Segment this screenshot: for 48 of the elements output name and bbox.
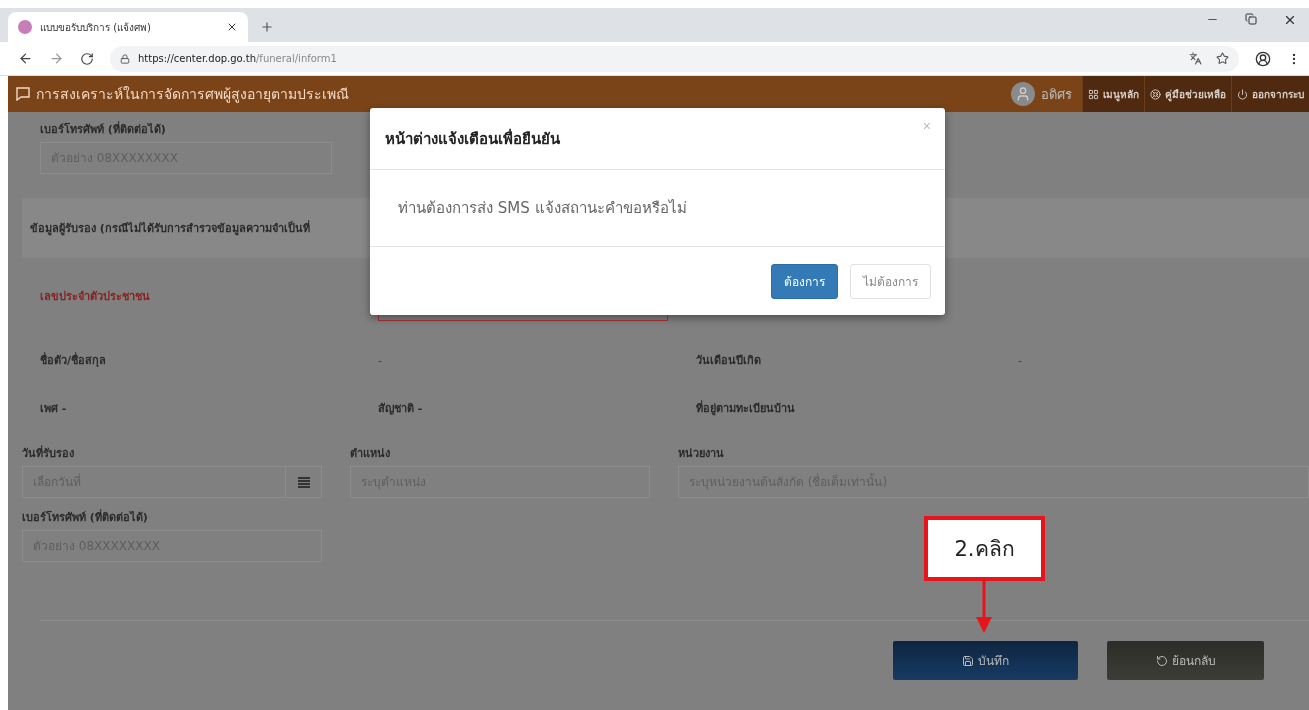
account-icon[interactable] (1255, 50, 1271, 67)
back-button[interactable]: ย้อนกลับ (1107, 641, 1264, 680)
detail-value: - (378, 353, 383, 367)
detail-label: สัญชาติ - (378, 401, 424, 417)
power-icon (1237, 88, 1248, 100)
field-label: เบอร์โทรศัพท์ (ที่ติดต่อได้) (22, 508, 148, 526)
lock-icon (120, 53, 130, 64)
detail-label: วันเดือนปีเกิด (696, 353, 762, 369)
id-label: เลขประจำตัวประชาชน (40, 289, 151, 305)
new-tab-icon[interactable] (260, 20, 274, 34)
forward-icon[interactable] (49, 51, 64, 66)
list-icon (297, 476, 310, 488)
dialog-title: หน้าต่างแจ้งเตือนเพื่อยืนยัน (385, 127, 560, 150)
detail-label: ที่อยู่ตามทะเบียนบ้าน (696, 399, 796, 417)
reload-icon[interactable] (80, 51, 94, 66)
field-label: หน่วยงาน (678, 446, 724, 462)
dialog-message: ท่านต้องการส่ง SMS แจ้งสถานะคำขอหรือไม่ (398, 198, 687, 219)
user-name: อดิศร (1041, 85, 1072, 104)
address-bar[interactable]: https://center.dop.go.th/funeral/inform1 (110, 45, 1239, 72)
section-title: ข้อมูลผู้รับรอง (กรณีไม่ได้รับการสำรวจข้อมูลความจำเป็นที่ (30, 219, 310, 237)
field-label: เบอร์โทรศัพท์ (ที่ติดต่อได้) (40, 120, 166, 138)
detail-value: - (1018, 353, 1023, 367)
back-icon[interactable] (18, 51, 33, 66)
decline-button[interactable]: ไม่ต้องการ (850, 263, 931, 299)
favicon-icon (18, 20, 32, 34)
confirm-button[interactable]: ต้องการ (771, 263, 838, 299)
field-label: ตำแหน่ง (350, 446, 390, 462)
close-window-icon[interactable] (1283, 13, 1297, 27)
header-title-text: การสงเคราะห์ในการจัดการศพผู้สูงอายุตามประเพณี (36, 85, 349, 105)
url-text: https://center.dop.go.th/funeral/inform1 (138, 53, 337, 64)
browser-tab[interactable]: แบบขอรับบริการ (แจ้งศพ) (8, 12, 248, 42)
calendar-button[interactable] (286, 466, 322, 498)
detail-label: ชื่อตัว/ชื่อสกุล (40, 351, 108, 369)
restore-icon[interactable] (1245, 13, 1257, 25)
grid-icon (1088, 88, 1099, 100)
detail-label: เพศ - (40, 401, 68, 417)
callout-text: 2.คลิก (954, 536, 1015, 563)
lifebuoy-icon (1150, 88, 1161, 100)
undo-icon (1155, 654, 1168, 667)
save-button[interactable]: บันทึก (893, 641, 1078, 680)
star-icon[interactable] (1216, 52, 1229, 65)
translate-icon[interactable] (1189, 52, 1202, 65)
frame-icon (16, 87, 30, 101)
save-icon (962, 654, 974, 667)
tab-title: แบบขอรับบริการ (แจ้งศพ) (40, 20, 152, 35)
avatar (1011, 82, 1035, 106)
close-tab-icon[interactable] (226, 21, 238, 33)
field-label: วันที่รับรอง (22, 444, 74, 462)
